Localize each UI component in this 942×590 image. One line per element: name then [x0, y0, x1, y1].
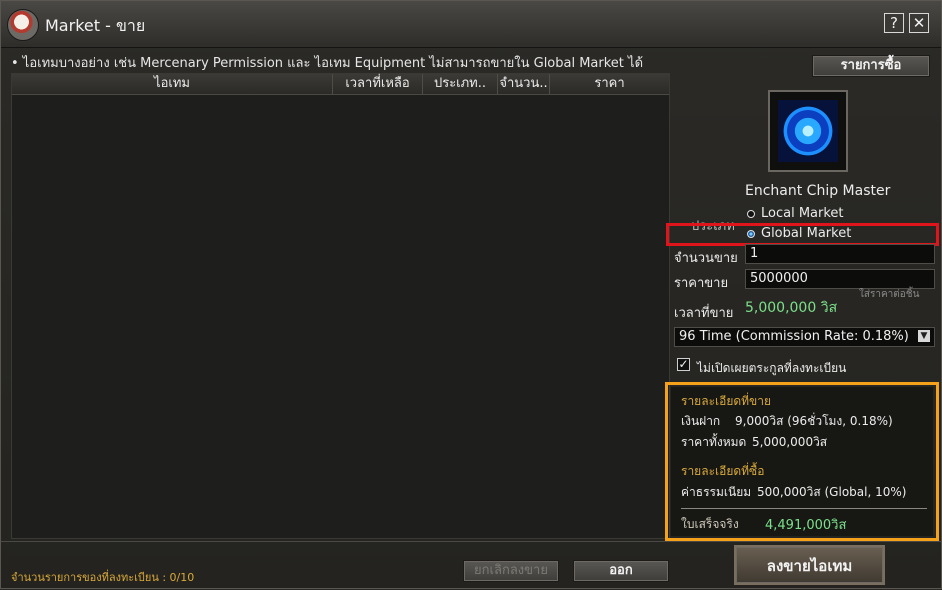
table-header: ไอเทม เวลาที่เหลือ ประเภท.. จำนวน.. ราคา	[12, 74, 669, 95]
cancel-listing-button[interactable]: ยกเลิกลงขาย	[463, 560, 559, 582]
hide-clan-checkbox[interactable]: ✓	[677, 358, 690, 371]
column-header-price[interactable]: ราคา	[550, 74, 669, 94]
duration-selected: 96 Time (Commission Rate: 0.18%)	[679, 329, 909, 344]
price-hint: ใส่ราคาต่อชิ้น	[859, 289, 920, 300]
market-logo-icon	[7, 9, 39, 41]
time-label: เวลาที่ขาย	[674, 306, 734, 321]
duration-dropdown[interactable]: 96 Time (Commission Rate: 0.18%) ▼	[674, 327, 935, 347]
notice-text: • ไอเทมบางอย่าง เช่น Mercenary Permissio…	[11, 56, 644, 71]
local-market-radio[interactable]	[747, 210, 755, 218]
registered-count: จำนวนรายการของที่ลงทะเบียน : 0/10	[11, 571, 195, 584]
column-header-time-left[interactable]: เวลาที่เหลือ	[333, 74, 423, 94]
exit-button[interactable]: ออก	[573, 560, 669, 582]
item-name: Enchant Chip Master	[745, 183, 891, 199]
item-slot[interactable]	[768, 90, 848, 172]
column-header-item[interactable]: ไอเทม	[12, 74, 333, 94]
help-button[interactable]: ?	[884, 13, 904, 33]
window-title: Market - ขาย	[45, 16, 146, 35]
quantity-input[interactable]: 1	[745, 244, 935, 264]
buy-list-button[interactable]: รายการซื้อ	[812, 55, 930, 77]
hide-clan-label[interactable]: ไม่เปิดเผยตระกูลที่ลงทะเบียน	[697, 359, 846, 378]
total-price-value: 5,000,000 วิส	[745, 300, 838, 316]
title-bar[interactable]: Market - ขาย ? ✕	[1, 1, 941, 48]
price-input[interactable]: 5000000	[745, 269, 935, 289]
details-highlight	[665, 382, 939, 541]
enchant-chip-icon	[778, 100, 838, 162]
quantity-label: จำนวนขาย	[674, 251, 738, 266]
sell-item-button[interactable]: ลงขายไอเทม	[734, 545, 885, 585]
column-header-quantity[interactable]: จำนวน..	[498, 74, 550, 94]
close-button[interactable]: ✕	[909, 13, 929, 33]
chevron-down-icon[interactable]: ▼	[918, 330, 930, 342]
local-market-label[interactable]: Local Market	[761, 206, 844, 221]
column-header-type[interactable]: ประเภท..	[423, 74, 498, 94]
global-market-highlight	[666, 223, 939, 246]
sell-list-table: ไอเทม เวลาที่เหลือ ประเภท.. จำนวน.. ราคา	[11, 73, 670, 539]
market-window: Market - ขาย ? ✕ • ไอเทมบางอย่าง เช่น Me…	[0, 0, 942, 589]
price-label: ราคาขาย	[674, 276, 729, 291]
